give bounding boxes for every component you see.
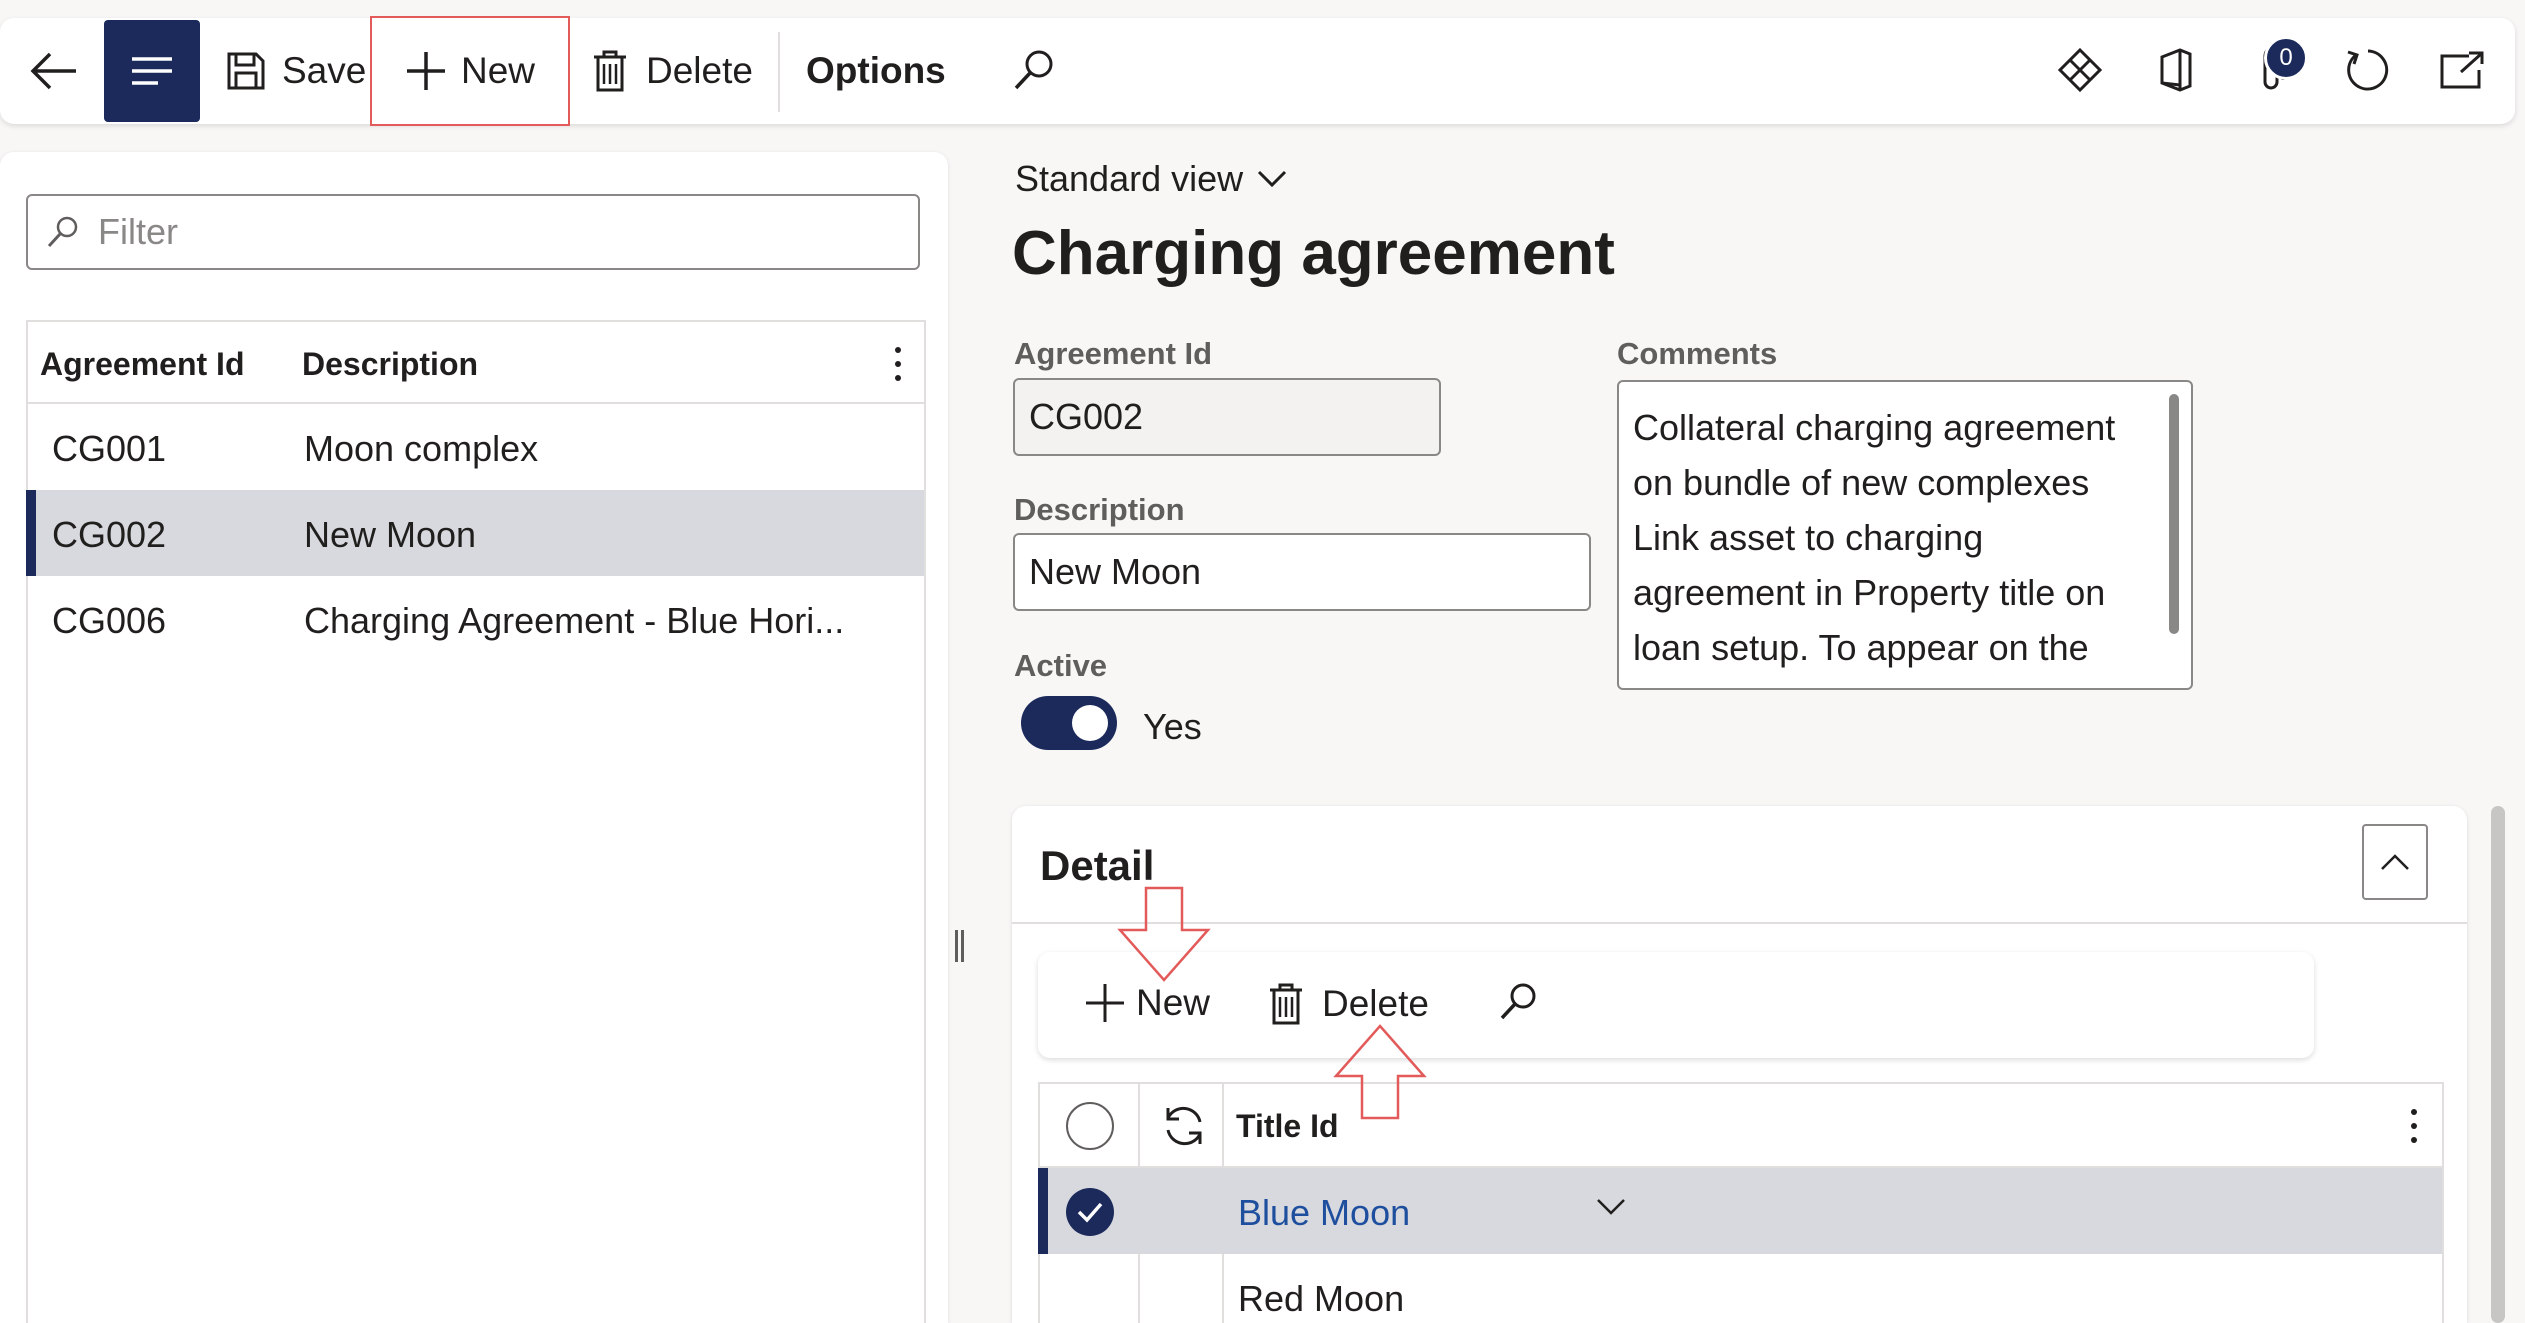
select-all-radio[interactable]	[1066, 1102, 1114, 1150]
header-title-id[interactable]: Title Id	[1236, 1108, 1339, 1145]
description-label: Description	[1014, 492, 1185, 527]
new-label: New	[460, 50, 536, 91]
detail-new-label: New	[1136, 982, 1211, 1023]
view-name: Standard view	[1015, 158, 1244, 199]
save-icon	[227, 52, 265, 90]
table-row[interactable]: CG006 Charging Agreement - Blue Hori...	[28, 576, 924, 662]
row-title-id: Red Moon	[1238, 1278, 1405, 1319]
office-icon	[2160, 48, 2192, 92]
row-description: New Moon	[304, 514, 477, 555]
delete-button[interactable]: Delete	[592, 46, 753, 96]
filter-input[interactable]	[98, 211, 878, 253]
new-button[interactable]: New	[370, 16, 570, 126]
header-agreement-id[interactable]: Agreement Id	[40, 346, 244, 383]
description-field[interactable]: New Moon	[1013, 533, 1591, 611]
office-button[interactable]	[2150, 44, 2202, 96]
table-row-selected[interactable]: CG002 New Moon	[26, 490, 924, 576]
grid-header: Agreement Id Description	[28, 322, 924, 404]
detail-divider	[1012, 922, 2467, 924]
row-title-id[interactable]: Blue Moon	[1238, 1192, 1410, 1234]
refresh-icon[interactable]	[1160, 1102, 1208, 1150]
diamond-icon	[2057, 47, 2103, 93]
chevron-up-icon	[2381, 854, 2409, 870]
row-select-checked[interactable]	[1066, 1188, 1114, 1236]
comments-label: Comments	[1617, 336, 1778, 371]
refresh-icon	[2347, 49, 2389, 91]
search-icon	[1014, 50, 1053, 90]
agreements-grid: Agreement Id Description CG001 Moon comp…	[26, 320, 926, 1323]
trash-icon	[594, 50, 626, 92]
toolbar-search-button[interactable]	[1012, 48, 1056, 92]
chevron-down-icon[interactable]	[1596, 1198, 1626, 1216]
row-agreement-id: CG006	[52, 600, 167, 641]
page-title: Charging agreement	[1012, 219, 1615, 288]
detail-title: Detail	[1040, 842, 1155, 889]
title-grid-header: Title Id	[1040, 1084, 2442, 1168]
table-row[interactable]: Red Moon	[1040, 1254, 2442, 1323]
action-bar: Save New Delete Options 0	[0, 16, 2515, 126]
popout-icon	[2440, 51, 2484, 89]
active-label: Active	[1014, 648, 1108, 683]
options-label: Options	[806, 50, 946, 91]
list-pane: Agreement Id Description CG001 Moon comp…	[0, 152, 948, 1323]
row-description: Moon complex	[304, 428, 539, 469]
table-row[interactable]: CG001 Moon complex	[28, 404, 924, 490]
comments-text: Collateral charging agreement on bundle …	[1633, 407, 2116, 668]
chevron-down-icon	[1258, 170, 1287, 188]
detail-delete-button[interactable]: Delete	[1268, 982, 1429, 1026]
pane-splitter[interactable]	[955, 930, 965, 962]
row-agreement-id: CG002	[52, 514, 167, 555]
nav-menu-button[interactable]	[104, 20, 200, 122]
view-selector[interactable]: Standard view	[1015, 158, 1287, 200]
filter-box[interactable]	[26, 194, 920, 270]
plus-icon	[1086, 984, 1124, 1022]
detail-new-button[interactable]: New	[1084, 982, 1210, 1024]
active-toggle[interactable]	[1021, 696, 1117, 750]
more-options-icon[interactable]	[2404, 1106, 2424, 1146]
agreement-id-label: Agreement Id	[1014, 336, 1213, 371]
popout-button[interactable]	[2436, 44, 2488, 96]
row-description: Charging Agreement - Blue Hori...	[304, 600, 845, 641]
detail-search-button[interactable]	[1498, 982, 1538, 1022]
comments-scrollbar[interactable]	[2169, 394, 2179, 634]
title-grid: Title Id Blue Moon Red Moon	[1038, 1082, 2444, 1323]
toolbar-divider	[778, 32, 780, 112]
toggle-knob	[1072, 705, 1108, 741]
search-icon	[47, 216, 78, 248]
trash-icon	[1270, 983, 1302, 1025]
checkmark-icon	[1077, 1202, 1103, 1223]
header-description[interactable]: Description	[302, 346, 478, 383]
detail-section: Detail New Delete Title Id Blue Moon Red…	[1012, 806, 2467, 1323]
active-value: Yes	[1143, 706, 1202, 747]
search-icon	[1500, 983, 1536, 1020]
back-button[interactable]	[28, 48, 80, 94]
detail-toolbar: New Delete	[1038, 952, 2314, 1058]
save-button[interactable]: Save	[226, 46, 366, 96]
attachments-count-badge: 0	[2264, 36, 2308, 80]
refresh-button[interactable]	[2342, 44, 2394, 96]
back-arrow-icon	[30, 52, 76, 90]
diamond-button[interactable]	[2054, 44, 2106, 96]
callout-arrow-down	[1117, 886, 1211, 982]
save-label: Save	[282, 50, 367, 91]
row-agreement-id: CG001	[52, 428, 167, 469]
collapse-button[interactable]	[2362, 824, 2428, 900]
plus-icon	[406, 52, 445, 90]
table-row-selected[interactable]: Blue Moon	[1038, 1168, 2442, 1254]
hamburger-icon	[132, 57, 172, 85]
more-options-icon[interactable]	[888, 344, 908, 384]
callout-arrow-up	[1333, 1024, 1427, 1120]
comments-field[interactable]: Collateral charging agreement on bundle …	[1617, 380, 2193, 690]
delete-label: Delete	[646, 50, 753, 91]
options-button[interactable]: Options	[806, 46, 946, 96]
detail-delete-label: Delete	[1322, 983, 1429, 1024]
page-scrollbar[interactable]	[2491, 806, 2505, 1323]
agreement-id-field[interactable]: CG002	[1013, 378, 1441, 456]
